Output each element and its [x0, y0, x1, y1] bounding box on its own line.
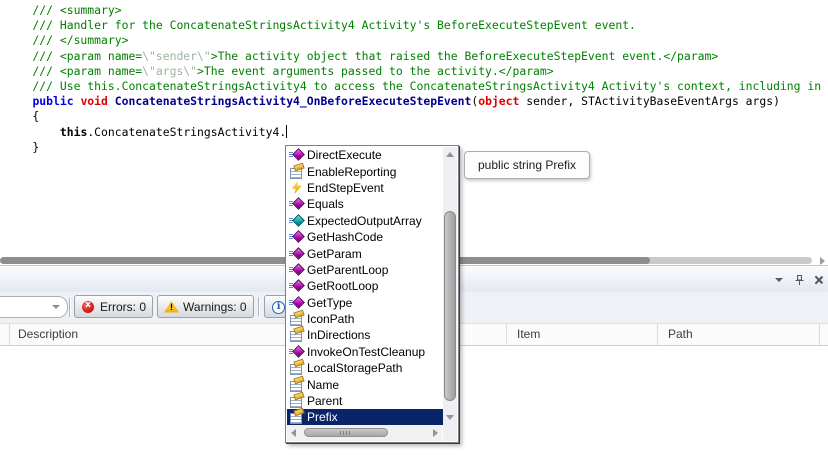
- scrollbar-thumb[interactable]: [444, 211, 456, 401]
- member-label: GetType: [305, 295, 352, 311]
- code-line: /// <param name=\"args\">The event argum…: [5, 64, 821, 79]
- code-area: /// <summary> /// Handler for the Concat…: [5, 3, 821, 155]
- intellisense-item[interactable]: EnableReporting: [287, 163, 443, 179]
- tooltip-text: public string Prefix: [478, 158, 576, 172]
- toolbar-separator: [258, 297, 260, 316]
- window-menu-chevron-icon[interactable]: [773, 274, 785, 286]
- filter-label: Warnings: 0: [183, 300, 247, 314]
- intellisense-item[interactable]: GetType: [287, 295, 443, 311]
- filter-label: Errors: 0: [100, 300, 146, 314]
- member-label: GetHashCode: [305, 229, 383, 245]
- intellisense-item[interactable]: DirectExecute: [287, 147, 443, 163]
- member-label: LocalStoragePath: [305, 360, 402, 376]
- member-kind-icon: [289, 262, 305, 278]
- column-header-item[interactable]: Item: [507, 324, 658, 345]
- errors-filter-button[interactable]: Errors: 0: [74, 295, 153, 318]
- column-header-path[interactable]: Path: [658, 324, 820, 345]
- scroll-up-icon[interactable]: [443, 147, 457, 161]
- member-info-tooltip: public string Prefix: [464, 151, 590, 179]
- member-label: DirectExecute: [305, 147, 382, 163]
- member-kind-icon: [289, 229, 305, 245]
- warnings-filter-button[interactable]: Warnings: 0: [157, 295, 254, 318]
- scroll-right-icon[interactable]: [433, 429, 438, 437]
- member-label: GetParam: [305, 246, 362, 262]
- intellisense-item[interactable]: GetParam: [287, 245, 443, 261]
- member-kind-icon: [289, 295, 305, 311]
- toolbar-separator: [69, 298, 71, 317]
- filter-icon: [271, 300, 286, 314]
- intellisense-item[interactable]: GetHashCode: [287, 229, 443, 245]
- member-label: EndStepEvent: [305, 180, 384, 196]
- scrollbar-track[interactable]: [296, 425, 433, 441]
- intellisense-item[interactable]: EndStepEvent: [287, 180, 443, 196]
- member-kind-icon: [289, 377, 305, 393]
- text-caret: [286, 125, 287, 138]
- filter-icon: [81, 300, 96, 314]
- member-kind-icon: [289, 180, 305, 196]
- scroll-right-icon[interactable]: [820, 257, 825, 265]
- member-label: GetRootLoop: [305, 278, 378, 294]
- intellisense-item[interactable]: InvokeOnTestCleanup: [287, 344, 443, 360]
- member-kind-icon: [289, 360, 305, 376]
- intellisense-item[interactable]: ExpectedOutputArray: [287, 213, 443, 229]
- member-label: InvokeOnTestCleanup: [305, 344, 425, 360]
- auto-hide-pin-icon[interactable]: [793, 274, 805, 286]
- member-kind-icon: [289, 196, 305, 212]
- member-kind-icon: [289, 278, 305, 294]
- code-line: /// <summary>: [5, 3, 821, 18]
- intellisense-item[interactable]: GetRootLoop: [287, 278, 443, 294]
- code-line: {: [5, 109, 821, 124]
- intellisense-item[interactable]: Prefix: [287, 409, 443, 425]
- intellisense-list: DirectExecute EnableReporting EndStepEve…: [287, 147, 443, 425]
- member-kind-icon: [289, 246, 305, 262]
- code-line: /// Use this.ConcatenateStringsActivity4…: [5, 79, 821, 94]
- member-label: Prefix: [305, 409, 338, 425]
- member-kind-icon: [289, 164, 305, 180]
- member-label: ExpectedOutputArray: [305, 213, 422, 229]
- code-line: public void ConcatenateStringsActivity4_…: [5, 94, 821, 109]
- member-label: Name: [305, 377, 339, 393]
- member-kind-icon: [289, 213, 305, 229]
- scrollbar-thumb[interactable]: [304, 428, 388, 437]
- code-line: /// Handler for the ConcatenateStringsAc…: [5, 18, 821, 33]
- filter-icon: [164, 300, 179, 314]
- intellisense-item[interactable]: LocalStoragePath: [287, 360, 443, 376]
- combobox-arrow-icon: [52, 305, 60, 309]
- filter-buttons: Errors: 0 Warnings: 0 M: [74, 295, 307, 318]
- code-line: this.ConcatenateStringsActivity4.: [5, 125, 821, 140]
- column-header-severity[interactable]: [0, 324, 10, 345]
- member-label: Parent: [305, 393, 342, 409]
- member-label: Equals: [305, 196, 344, 212]
- member-label: EnableReporting: [305, 164, 396, 180]
- intellisense-item[interactable]: Name: [287, 376, 443, 392]
- intellisense-item[interactable]: Equals: [287, 196, 443, 212]
- intellisense-item[interactable]: InDirections: [287, 327, 443, 343]
- member-label: InDirections: [305, 327, 370, 343]
- error-filter-combobox[interactable]: [0, 296, 68, 318]
- intellisense-popup: DirectExecute EnableReporting EndStepEve…: [285, 145, 459, 443]
- popup-horizontal-scrollbar[interactable]: [287, 425, 442, 441]
- intellisense-item[interactable]: IconPath: [287, 311, 443, 327]
- member-kind-icon: [289, 409, 305, 425]
- member-label: IconPath: [305, 311, 354, 327]
- member-label: GetParentLoop: [305, 262, 388, 278]
- column-header-tail: [820, 324, 828, 345]
- intellisense-item[interactable]: GetParentLoop: [287, 262, 443, 278]
- code-line: /// <param name=\"sender\">The activity …: [5, 49, 821, 64]
- member-kind-icon: [289, 327, 305, 343]
- intellisense-item[interactable]: Parent: [287, 393, 443, 409]
- close-icon[interactable]: [813, 274, 825, 286]
- member-kind-icon: [289, 147, 305, 163]
- code-line: /// </summary>: [5, 33, 821, 48]
- popup-vertical-scrollbar[interactable]: [443, 147, 457, 441]
- window-controls: [773, 274, 825, 286]
- scroll-down-icon[interactable]: [443, 410, 457, 424]
